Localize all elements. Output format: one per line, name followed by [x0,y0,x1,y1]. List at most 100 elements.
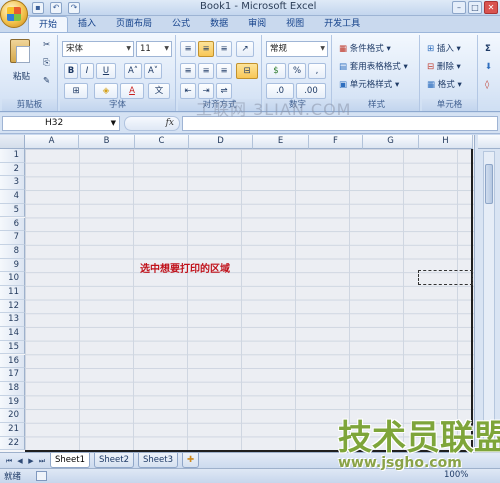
tab-formulas[interactable]: 公式 [162,16,200,32]
row-header-16[interactable]: 16 [0,354,25,369]
next-sheet-icon[interactable]: ▶ [26,456,36,466]
column-header-d[interactable]: D [189,135,253,149]
row-header-20[interactable]: 20 [0,409,25,423]
close-button[interactable]: ✕ [484,1,498,14]
align-center-icon[interactable]: ≡ [198,63,214,79]
row-header-4[interactable]: 4 [0,190,25,204]
autosum-icon[interactable]: Σ [482,41,498,57]
add-sheet-icon[interactable]: ✚ [182,453,200,468]
tab-home[interactable]: 开始 [28,16,69,32]
column-header-e[interactable]: E [253,135,309,149]
delete-cells-button[interactable]: ⊟ 删除 ▾ [424,59,476,75]
paste-icon[interactable] [10,39,30,63]
column-header-f[interactable]: F [309,135,363,149]
prev-sheet-icon[interactable]: ◀ [15,456,25,466]
column-header-a[interactable]: A [25,135,79,149]
office-button[interactable] [0,0,28,28]
row-header-12[interactable]: 12 [0,299,25,314]
border-icon[interactable]: ⊞ [64,83,88,99]
maximize-button[interactable]: □ [468,1,482,14]
conditional-format-button[interactable]: ▦ 条件格式 ▾ [336,41,418,57]
row-header-21[interactable]: 21 [0,423,25,437]
grow-font-button[interactable]: A˄ [124,63,142,79]
clear-icon[interactable]: ◊ [482,77,498,93]
tab-insert[interactable]: 插入 [68,16,106,32]
column-header-g[interactable]: G [363,135,419,149]
row-header-6[interactable]: 6 [0,217,25,232]
cell-styles-button[interactable]: ▣ 单元格样式 ▾ [336,77,418,93]
chevron-down-icon[interactable]: ▼ [111,117,116,130]
row-header-10[interactable]: 10 [0,272,25,286]
align-bottom-icon[interactable]: ≡ [216,41,232,57]
font-color-icon[interactable]: A [120,83,144,99]
merge-center-icon[interactable]: ⊟ [236,63,258,79]
row-header-2[interactable]: 2 [0,162,25,177]
row-header-11[interactable]: 11 [0,286,25,300]
underline-button[interactable]: U [96,63,116,79]
cell-area[interactable] [25,149,474,452]
row-header-17[interactable]: 17 [0,368,25,382]
phonetic-icon[interactable]: 文 [148,83,170,99]
tab-developer[interactable]: 开发工具 [314,16,370,32]
macro-record-icon[interactable] [36,471,47,481]
bold-button[interactable]: B [64,63,78,79]
row-header-18[interactable]: 18 [0,381,25,396]
sheet-tab-sheet3[interactable]: Sheet3 [138,453,178,468]
first-sheet-icon[interactable]: ⏮ [4,456,14,466]
currency-button[interactable]: $ [266,63,286,79]
row-header-22[interactable]: 22 [0,436,25,451]
redo-icon[interactable]: ↷ [68,2,80,14]
row-header-19[interactable]: 19 [0,395,25,410]
tab-review[interactable]: 审阅 [238,16,276,32]
row-header-3[interactable]: 3 [0,176,25,191]
undo-icon[interactable]: ↶ [50,2,62,14]
row-header-13[interactable]: 13 [0,313,25,328]
decrease-indent-icon[interactable]: ⇤ [180,83,196,99]
align-middle-icon[interactable]: ≡ [198,41,214,57]
fill-color-icon[interactable]: ◈ [94,83,118,99]
tab-page-layout[interactable]: 页面布局 [106,16,162,32]
comma-button[interactable]: , [308,63,326,79]
orientation-icon[interactable]: ↗ [236,41,254,57]
align-left-icon[interactable]: ≡ [180,63,196,79]
row-header-7[interactable]: 7 [0,231,25,245]
tab-view[interactable]: 视图 [276,16,314,32]
align-top-icon[interactable]: ≡ [180,41,196,57]
font-name-select[interactable]: 宋体 ▼ [62,41,134,57]
tab-data[interactable]: 数据 [200,16,238,32]
column-header-h[interactable]: H [419,135,473,149]
sheet-tab-sheet1[interactable]: Sheet1 [50,453,90,468]
row-header-1[interactable]: 1 [0,149,25,163]
align-right-icon[interactable]: ≡ [216,63,232,79]
save-icon[interactable]: ▪ [32,2,44,14]
shrink-font-button[interactable]: A˅ [144,63,162,79]
number-format-select[interactable]: 常规 ▼ [266,41,328,57]
row-header-15[interactable]: 15 [0,340,25,355]
row-header-5[interactable]: 5 [0,203,25,218]
font-size-select[interactable]: 11 ▼ [136,41,172,57]
format-painter-icon[interactable]: ✎ [40,73,56,89]
italic-button[interactable]: I [80,63,94,79]
row-header-14[interactable]: 14 [0,327,25,341]
zoom-level[interactable]: 100% [444,470,468,480]
name-box[interactable]: H32 ▼ [2,116,120,131]
insert-function-icon[interactable]: fx [166,117,174,130]
sheet-tab-sheet2[interactable]: Sheet2 [94,453,134,468]
row-header-9[interactable]: 9 [0,258,25,273]
select-all-corner[interactable] [0,135,25,149]
column-header-c[interactable]: C [135,135,189,149]
last-sheet-icon[interactable]: ⏭ [37,456,47,466]
cut-icon[interactable]: ✂ [40,37,56,53]
minimize-button[interactable]: – [452,1,466,14]
percent-button[interactable]: % [288,63,306,79]
scrollbar-thumb[interactable] [485,164,493,204]
insert-cells-button[interactable]: ⊞ 插入 ▾ [424,41,476,57]
format-as-table-button[interactable]: ▤ 套用表格格式 ▾ [336,59,418,75]
column-header-b[interactable]: B [79,135,135,149]
row-header-8[interactable]: 8 [0,244,25,259]
paste-button[interactable]: 粘贴 [10,69,36,85]
fill-icon[interactable]: ⬇ [482,59,498,75]
active-cell-marquee[interactable] [418,270,473,285]
vertical-scrollbar[interactable] [483,151,495,449]
format-cells-button[interactable]: ▦ 格式 ▾ [424,77,476,93]
